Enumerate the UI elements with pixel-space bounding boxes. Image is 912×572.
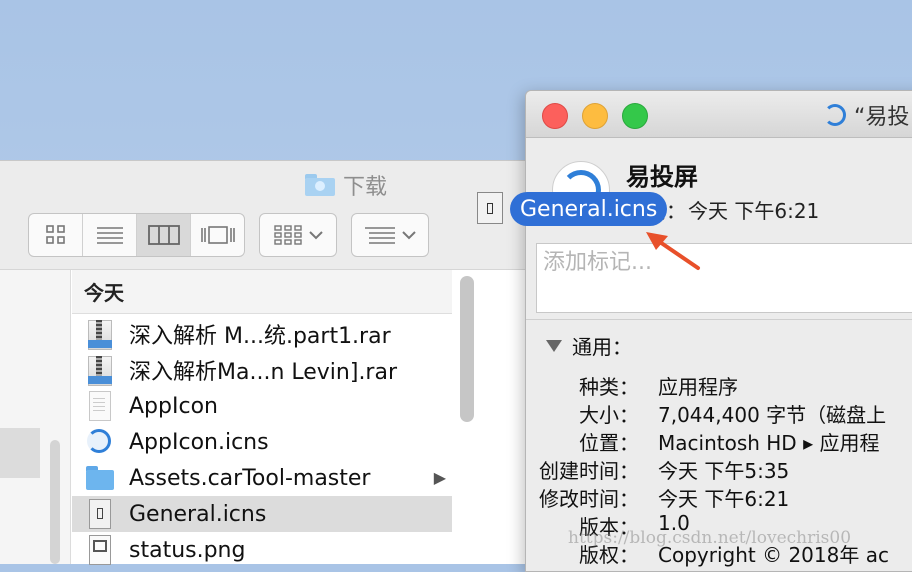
file-name: AppIcon.icns [129, 429, 269, 455]
file-name: Assets.carTool-master [129, 465, 371, 491]
file-row[interactable]: Assets.carTool-master ▶ [72, 460, 452, 496]
property-value: 7,044,400 字节（磁盘上 [658, 403, 887, 427]
list-view-button[interactable] [83, 214, 137, 256]
gallery-icon [200, 226, 235, 244]
file-name: status.png [129, 537, 246, 563]
file-row[interactable]: status.png [72, 532, 452, 568]
get-info-window: “易投 易投屏 时间： 今天 下午6:21 通用： 种类：应用程序大小：7,04… [525, 90, 912, 572]
finder-toolbar [28, 213, 429, 257]
column-view-button[interactable] [137, 214, 191, 256]
rar-archive-icon [84, 318, 114, 350]
finder-title: 下载 [305, 171, 388, 200]
document-icon [84, 390, 114, 422]
property-value: 今天 下午6:21 [658, 487, 790, 511]
app-name: 易投屏 [626, 163, 698, 191]
file-row[interactable]: General.icns [72, 496, 452, 532]
property-row: 修改时间： 今天 下午6:21 [526, 483, 912, 511]
minimize-button[interactable] [582, 103, 608, 129]
close-button[interactable] [542, 103, 568, 129]
watermark: https://blog.csdn.net/lovechris00 [568, 528, 852, 548]
section-divider [526, 319, 912, 320]
file-list-scrollbar[interactable] [460, 276, 474, 422]
chevron-down-icon [402, 231, 416, 240]
property-key: 位置： [579, 431, 639, 455]
app-sync-icon [824, 104, 846, 126]
zoom-button[interactable] [622, 103, 648, 129]
general-section-toggle[interactable]: 通用： [546, 331, 632, 360]
previous-column-scrollbar[interactable] [50, 440, 60, 564]
png-icon [84, 534, 114, 566]
property-key: 种类： [579, 375, 639, 399]
folder-icon [84, 462, 114, 494]
rar-archive-icon [84, 354, 114, 386]
file-row[interactable]: 深入解析Ma...n Levin].rar [72, 352, 452, 388]
file-row[interactable]: AppIcon.icns [72, 424, 452, 460]
previous-column [0, 270, 71, 564]
gallery-view-button[interactable] [191, 214, 244, 256]
arrange-popup-button[interactable] [259, 213, 337, 257]
file-row[interactable]: 深入解析 M...统.part1.rar [72, 316, 452, 352]
tags-input[interactable] [537, 244, 912, 281]
icon-view-button[interactable] [29, 214, 83, 256]
tags-field-container [536, 243, 912, 313]
list-icon [96, 227, 123, 244]
file-list: 深入解析 M...统.part1.rar 深入解析Ma...n Levin].ra… [72, 316, 452, 568]
property-value: 应用程序 [658, 375, 738, 399]
sort-popup-button[interactable] [351, 213, 429, 257]
disclosure-triangle-icon [546, 339, 562, 352]
previous-column-selection[interactable] [0, 428, 40, 478]
dragged-icns-icon[interactable] [475, 192, 505, 224]
file-name: 深入解析Ma...n Levin].rar [129, 360, 398, 385]
property-key: 大小： [579, 403, 639, 427]
file-name: General.icns [129, 501, 267, 527]
today-column: 今天 深入解析 M...统.part1.rar 深入解析Ma...n Levin]… [72, 270, 452, 565]
property-row: 位置： Macintosh HD ▸ 应用程 [526, 427, 912, 455]
file-row[interactable]: AppIcon [72, 388, 452, 424]
property-value: Macintosh HD ▸ 应用程 [658, 431, 880, 455]
property-key: 创建时间： [539, 459, 639, 483]
info-titlebar: “易投 [526, 91, 912, 138]
view-mode-segmented [28, 213, 245, 257]
dragged-file-label[interactable]: General.icns [510, 192, 668, 226]
info-window-title: “易投 [824, 99, 909, 131]
property-row: 种类： 应用程序 [526, 371, 912, 399]
sync-icon [84, 426, 114, 458]
file-name: AppIcon [129, 393, 218, 419]
file-name: 深入解析 M...统.part1.rar [129, 324, 391, 349]
property-key: 修改时间： [539, 487, 639, 511]
property-value: 今天 下午5:35 [658, 459, 790, 483]
arrange-grid-icon [274, 225, 302, 245]
icns-icon [84, 498, 114, 530]
chevron-right-icon: ▶ [433, 468, 446, 487]
column-header: 今天 [72, 270, 452, 314]
property-row: 大小： 7,044,400 字节（磁盘上 [526, 399, 912, 427]
chevron-down-icon [309, 231, 323, 240]
property-row: 创建时间： 今天 下午5:35 [526, 455, 912, 483]
columns-icon [147, 225, 180, 245]
downloads-folder-icon [305, 174, 335, 196]
annotation-arrow-icon [646, 232, 700, 270]
sort-list-icon [365, 227, 395, 244]
finder-title-text: 下载 [343, 175, 388, 200]
grid-icon [45, 225, 65, 244]
